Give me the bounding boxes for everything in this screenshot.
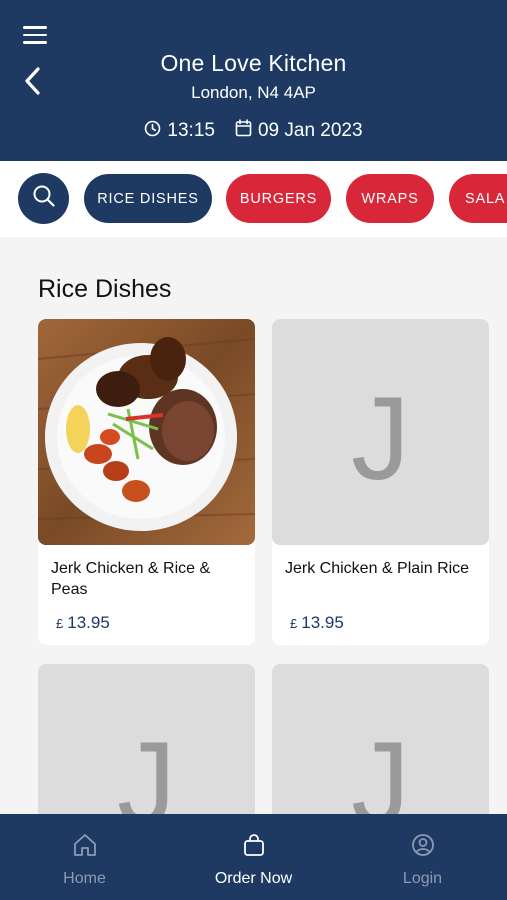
- calendar-icon: [235, 119, 252, 143]
- placeholder-letter: J: [351, 718, 410, 814]
- search-button[interactable]: [18, 173, 69, 224]
- search-icon: [32, 184, 56, 213]
- product-name: Jerk Chicken & Rice & Peas: [51, 560, 211, 598]
- restaurant-title: One Love Kitchen: [160, 50, 347, 76]
- order-time: 13:15: [167, 120, 215, 141]
- tab-label: Order Now: [214, 870, 293, 887]
- menu-icon[interactable]: [23, 26, 47, 44]
- placeholder-letter: J: [117, 718, 176, 814]
- bag-icon: [242, 833, 266, 862]
- bottom-tab-bar: Home Order Now Login: [0, 814, 507, 900]
- currency-symbol: £: [290, 616, 298, 631]
- category-bar: RICE DISHES BURGERS WRAPS SALA: [0, 161, 507, 237]
- category-salads[interactable]: SALA: [449, 174, 507, 223]
- tab-label: Login: [402, 870, 443, 887]
- tab-login[interactable]: Login: [338, 814, 507, 900]
- product-card-jerk-chicken-plain-rice[interactable]: J Jerk Chicken & Plain Rice £13.95: [272, 319, 489, 645]
- tab-label: Home: [63, 870, 106, 887]
- section-title: Rice Dishes: [38, 275, 172, 303]
- order-time-info[interactable]: 13:15 09 Jan 2023: [0, 119, 507, 143]
- product-list: Rice Dishes Jerk Chicken & Rice & Peas £…: [0, 237, 507, 814]
- order-date: 09 Jan 2023: [257, 120, 363, 141]
- user-icon: [411, 833, 435, 862]
- clock-icon: [144, 120, 161, 143]
- currency-symbol: £: [56, 616, 64, 631]
- category-rice-dishes[interactable]: RICE DISHES: [84, 174, 212, 223]
- restaurant-location: London, N4 4AP: [191, 83, 316, 102]
- product-price: £13.95: [56, 613, 110, 632]
- home-icon: [72, 833, 98, 862]
- product-card[interactable]: J: [38, 664, 255, 814]
- category-wraps[interactable]: WRAPS: [346, 174, 434, 223]
- product-card-jerk-chicken-rice-peas[interactable]: Jerk Chicken & Rice & Peas £13.95: [38, 319, 255, 645]
- product-name: Jerk Chicken & Plain Rice: [285, 560, 470, 577]
- product-photo: [38, 319, 255, 545]
- category-burgers[interactable]: BURGERS: [226, 174, 331, 223]
- header: One Love Kitchen London, N4 4AP 13:15 09…: [0, 0, 507, 161]
- tab-order-now[interactable]: Order Now: [169, 814, 338, 900]
- tab-home[interactable]: Home: [0, 814, 169, 900]
- product-price: £13.95: [290, 613, 344, 632]
- product-card[interactable]: J: [272, 664, 489, 814]
- placeholder-letter: J: [351, 373, 410, 505]
